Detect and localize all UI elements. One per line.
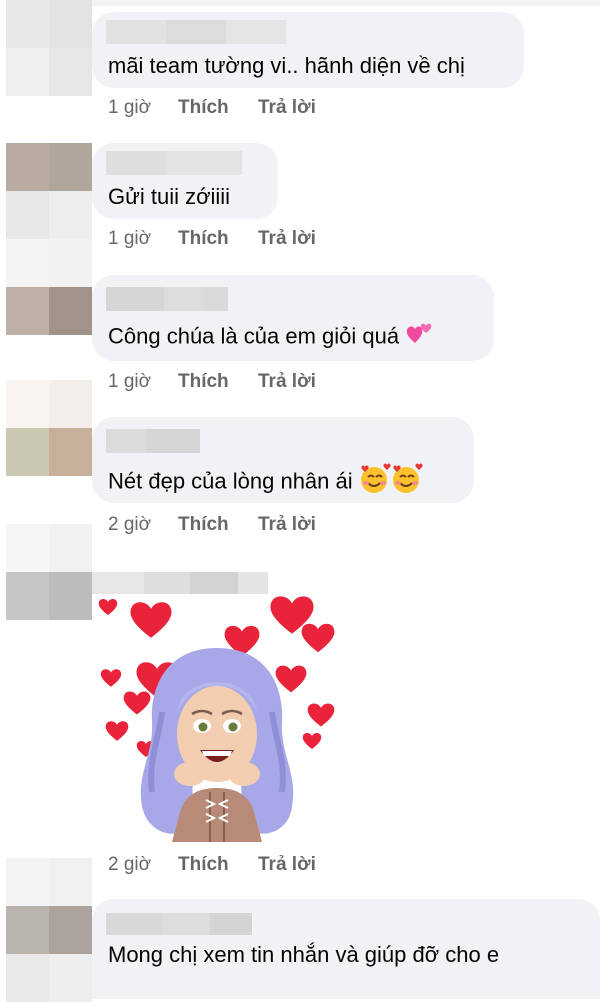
comment-text-content: Nét đẹp của lòng nhân ái (108, 468, 353, 494)
comment-bubble[interactable]: Gửi tuii zớiiii (92, 143, 278, 219)
commenter-name-redacted[interactable] (106, 429, 200, 453)
like-button[interactable]: Thích (178, 852, 229, 878)
commenter-name-redacted[interactable] (106, 151, 242, 175)
reply-button[interactable]: Trả lời (258, 852, 316, 878)
avatar[interactable] (6, 143, 92, 287)
comment-bubble[interactable]: Công chúa là của em giỏi quá (92, 275, 494, 361)
like-button[interactable]: Thích (178, 226, 229, 252)
avatar-character-icon (140, 648, 294, 842)
smiling-face-with-hearts-emoji-icon (359, 463, 423, 502)
avatar[interactable] (6, 380, 92, 476)
commenter-name-redacted[interactable] (106, 20, 286, 44)
heart-icon (100, 668, 122, 688)
avatar[interactable] (6, 0, 92, 96)
comment-time[interactable]: 2 giờ (108, 512, 151, 538)
comment-time[interactable]: 2 giờ (108, 852, 151, 878)
heart-emoji-icon (405, 321, 435, 354)
comment-time[interactable]: 1 giờ (108, 95, 151, 121)
comment-bubble[interactable]: mãi team tường vi.. hãnh diện về chị (92, 12, 524, 88)
avatar[interactable] (6, 858, 92, 1002)
comment-text: Nét đẹp của lòng nhân ái (108, 463, 423, 502)
comment-text: Công chúa là của em giỏi quá (108, 321, 435, 354)
reply-button[interactable]: Trả lời (258, 226, 316, 252)
reply-button[interactable]: Trả lời (258, 369, 316, 395)
comment-text: Gửi tuii zớiiii (108, 184, 231, 209)
sticker[interactable] (92, 594, 342, 844)
heart-icon (128, 600, 174, 640)
commenter-name-redacted[interactable] (92, 572, 268, 594)
avatar[interactable] (6, 524, 92, 620)
like-button[interactable]: Thích (178, 369, 229, 395)
reply-button[interactable]: Trả lời (258, 512, 316, 538)
commenter-name-redacted[interactable] (106, 913, 252, 935)
previous-comment-edge (92, 0, 600, 6)
comment-time[interactable]: 1 giờ (108, 369, 151, 395)
comment-time[interactable]: 1 giờ (108, 226, 151, 252)
heart-icon (98, 598, 118, 616)
comment-bubble[interactable]: Mong chị xem tin nhắn và giúp đỡ cho e (92, 899, 600, 999)
avatar[interactable] (6, 287, 92, 335)
comment-text: Mong chị xem tin nhắn và giúp đỡ cho e (108, 942, 500, 967)
like-button[interactable]: Thích (178, 95, 229, 121)
like-button[interactable]: Thích (178, 512, 229, 538)
comment-text-content: Công chúa là của em giỏi quá (108, 323, 400, 349)
commenter-name-redacted[interactable] (106, 287, 228, 311)
comment-text: mãi team tường vi.. hãnh diện về chị (108, 53, 465, 78)
reply-button[interactable]: Trả lời (258, 95, 316, 121)
comment-bubble[interactable]: Nét đẹp của lòng nhân ái (92, 417, 474, 503)
